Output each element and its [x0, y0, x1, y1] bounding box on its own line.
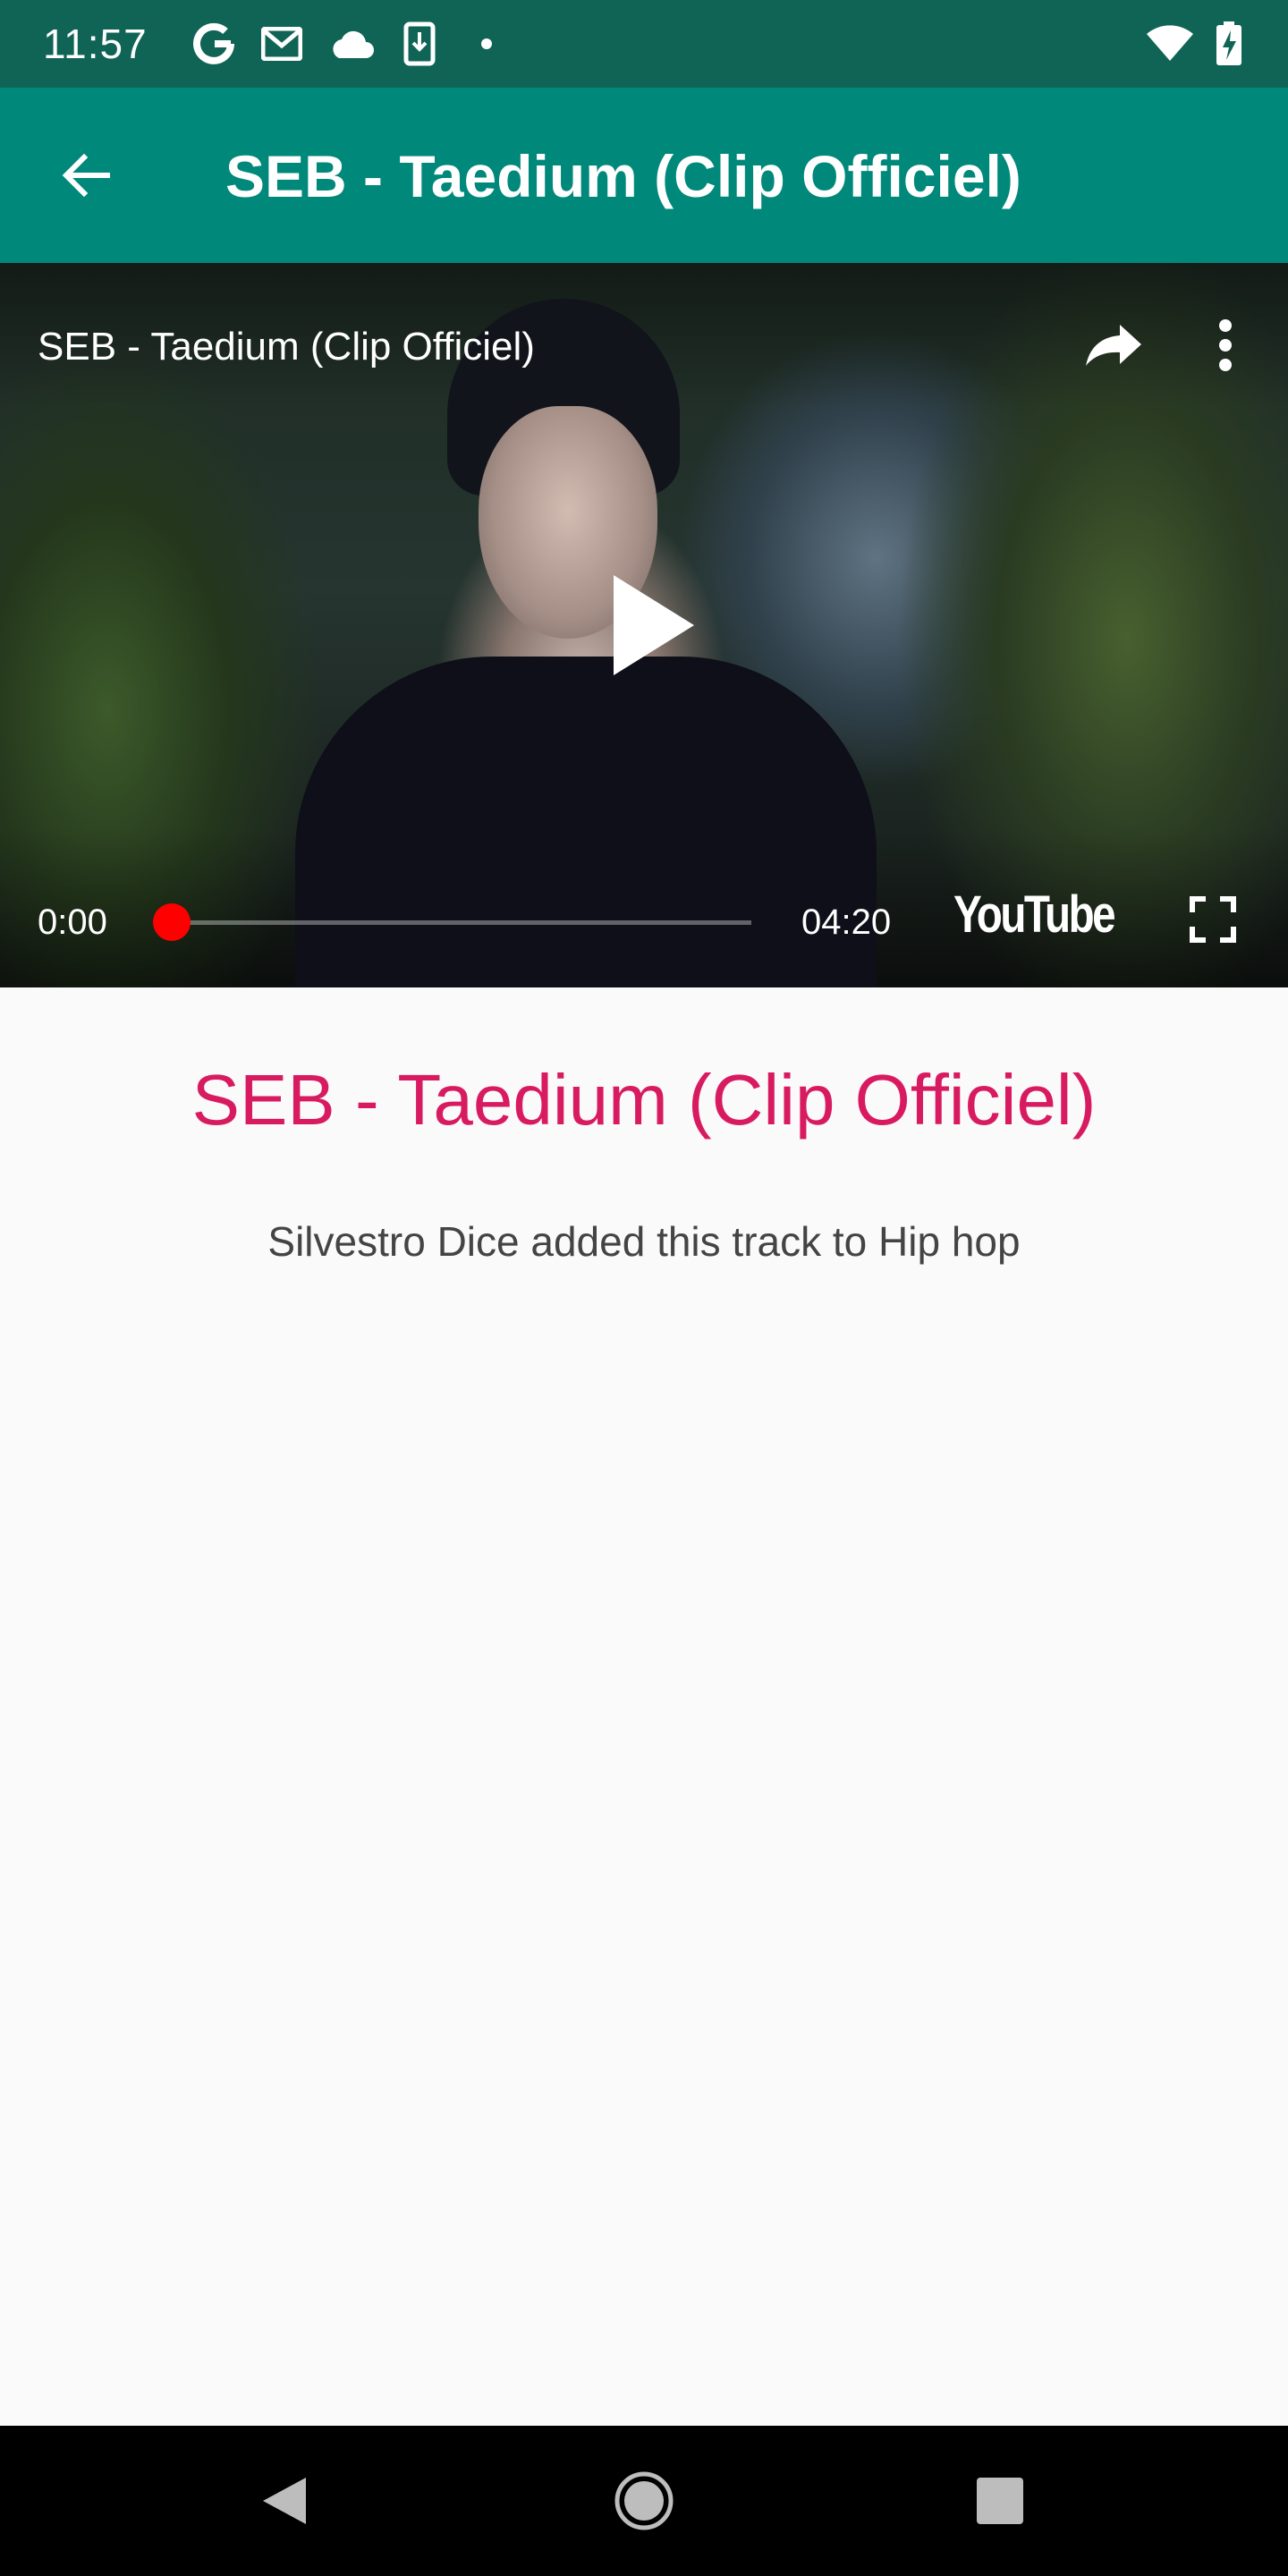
nav-home-icon	[614, 2471, 674, 2530]
fullscreen-icon	[1190, 896, 1236, 943]
download-icon	[399, 20, 440, 68]
wifi-icon	[1145, 20, 1195, 68]
share-icon	[1086, 325, 1141, 366]
current-time: 0:00	[38, 902, 107, 942]
duration: 04:20	[801, 902, 892, 942]
nav-home-button[interactable]	[597, 2454, 691, 2547]
status-bar: 11:57	[0, 0, 1288, 88]
player-title[interactable]: SEB - Taedium (Clip Officiel)	[38, 322, 535, 372]
seek-thumb[interactable]	[153, 903, 191, 941]
app-bar-title: SEB - Taedium (Clip Officiel)	[225, 143, 1021, 209]
google-icon	[190, 20, 238, 68]
status-time: 11:57	[43, 21, 148, 67]
play-button[interactable]	[595, 567, 711, 683]
play-icon	[614, 575, 694, 675]
fullscreen-button[interactable]	[1179, 886, 1247, 953]
cloud-icon	[326, 20, 376, 68]
nav-recents-icon	[977, 2478, 1023, 2524]
nav-back-icon	[263, 2478, 306, 2524]
dot-icon	[478, 20, 496, 68]
more-vert-icon	[1219, 319, 1232, 371]
added-by-text: Silvestro Dice added this track to Hip h…	[267, 1218, 1021, 1265]
track-title: SEB - Taedium (Clip Officiel)	[191, 1060, 1097, 1140]
gmail-icon	[259, 20, 304, 68]
app-bar: SEB - Taedium (Clip Officiel)	[0, 88, 1288, 263]
youtube-logo[interactable]: YouTube	[953, 884, 1116, 946]
share-button[interactable]	[1078, 309, 1149, 381]
seek-bar[interactable]	[153, 903, 751, 941]
video-frame-body	[295, 657, 877, 987]
arrow-back-icon	[62, 153, 110, 198]
video-player[interactable]: SEB - Taedium (Clip Officiel) 0:00 04:20…	[0, 263, 1288, 987]
navigation-bar	[0, 2426, 1288, 2576]
nav-recents-button[interactable]	[953, 2454, 1046, 2547]
more-options-button[interactable]	[1190, 309, 1261, 381]
nav-back-button[interactable]	[238, 2454, 331, 2547]
back-button[interactable]	[43, 132, 129, 218]
battery-charging-icon	[1213, 20, 1245, 68]
